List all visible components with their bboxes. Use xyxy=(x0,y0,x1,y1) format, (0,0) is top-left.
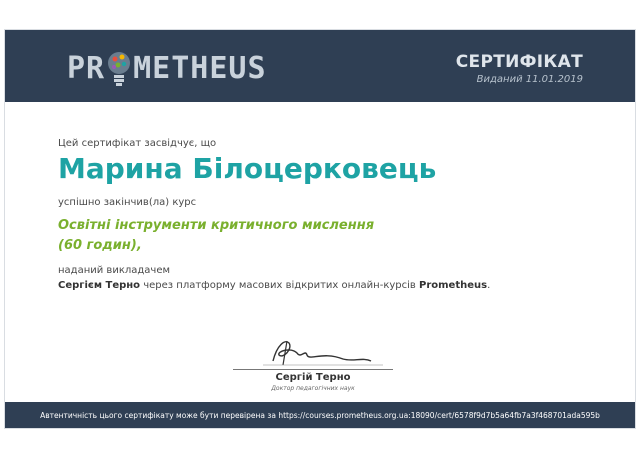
prometheus-logo: PR METHEUS xyxy=(67,48,267,88)
certificate-header: PR METHEUS СЕРТИФІКАТ Виданий 11.01.2019 xyxy=(5,30,635,102)
issue-date: Виданий 11.01.2019 xyxy=(476,74,583,85)
verification-footer: Автентичність цього сертифікату може бут… xyxy=(5,402,635,428)
logo-text-right: METHEUS xyxy=(133,50,267,86)
verification-text: Автентичність цього сертифікату може бут… xyxy=(40,410,600,420)
via-text: через платформу масових відкритих онлайн… xyxy=(140,280,419,291)
platform-name: Prometheus xyxy=(418,280,488,291)
completed-text: успішно закінчив(ла) курс xyxy=(58,197,197,208)
certifies-text: Цей сертифікат засвідчує, що xyxy=(58,138,217,149)
signer-role: Доктор педагогічних наук xyxy=(271,385,355,392)
taught-by-text: наданий викладачем xyxy=(58,265,171,276)
logo-text-left: PR xyxy=(67,50,106,86)
lightbulb-icon xyxy=(108,52,131,86)
signature-block: Сергій Терно Доктор педагогічних наук xyxy=(233,335,393,395)
period: . xyxy=(487,280,491,291)
course-hours: (60 годин), xyxy=(58,238,142,253)
signer-name: Сергій Терно xyxy=(275,372,351,383)
certificate-title: СЕРТИФІКАТ xyxy=(455,52,583,72)
signature-image xyxy=(263,340,383,366)
signature-line xyxy=(233,369,393,370)
certificate: PR METHEUS СЕРТИФІКАТ Виданий 11.01.2019… xyxy=(4,29,636,429)
teacher-name: Сергієм Терно xyxy=(58,280,141,291)
recipient-name: Марина Білоцерковець xyxy=(58,152,437,185)
teacher-line: Сергієм Терно через платформу масових ві… xyxy=(58,280,490,291)
course-title: Освітні інструменти критичного мислення xyxy=(58,218,375,233)
